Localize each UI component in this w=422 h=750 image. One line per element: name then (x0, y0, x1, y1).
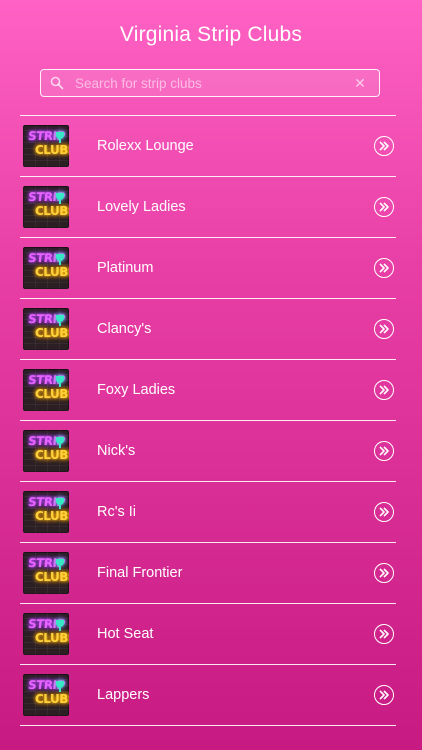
list-item[interactable]: STRIP CLUBS Lovely Ladies (20, 177, 396, 238)
search-icon (49, 75, 65, 91)
list-item[interactable]: STRIP CLUBS Lappers (20, 665, 396, 726)
strip-clubs-logo-thumbnail: STRIP CLUBS (23, 369, 69, 411)
list-item[interactable]: STRIP CLUBS Rolexx Lounge (20, 116, 396, 177)
close-icon[interactable]: ✕ (351, 74, 369, 92)
club-name: Hot Seat (97, 626, 154, 642)
double-chevron-right-icon[interactable] (374, 685, 394, 705)
page-title: Virginia Strip Clubs (119, 23, 303, 46)
header-bar: Virginia Strip Clubs (0, 0, 422, 68)
double-chevron-right-icon[interactable] (374, 563, 394, 583)
search-input[interactable] (65, 71, 351, 95)
strip-clubs-logo-thumbnail: STRIP CLUBS (23, 125, 69, 167)
double-chevron-right-icon[interactable] (374, 502, 394, 522)
list-item[interactable]: STRIP CLUBS Hot Seat (20, 604, 396, 665)
list-item[interactable]: STRIP CLUBS Clancy's (20, 299, 396, 360)
list-item[interactable]: STRIP CLUBS Nick's (20, 421, 396, 482)
club-name: Platinum (97, 260, 154, 276)
thumbnail-line-2: CLUBS (35, 448, 69, 462)
club-name: Rolexx Lounge (97, 138, 194, 154)
thumbnail-line-2: CLUBS (35, 692, 69, 706)
list-item[interactable]: STRIP CLUBS Foxy Ladies (20, 360, 396, 421)
double-chevron-right-icon[interactable] (374, 441, 394, 461)
thumbnail-line-2: CLUBS (35, 570, 69, 584)
strip-clubs-logo-thumbnail: STRIP CLUBS (23, 674, 69, 716)
double-chevron-right-icon[interactable] (374, 624, 394, 644)
thumbnail-line-2: CLUBS (35, 143, 69, 157)
strip-clubs-logo-thumbnail: STRIP CLUBS (23, 247, 69, 289)
double-chevron-right-icon[interactable] (374, 258, 394, 278)
club-name: Nick's (97, 443, 136, 459)
thumbnail-line-2: CLUBS (35, 387, 69, 401)
thumbnail-line-2: CLUBS (35, 631, 69, 645)
list-item[interactable]: STRIP CLUBS Platinum (20, 238, 396, 299)
strip-clubs-logo-thumbnail: STRIP CLUBS (23, 186, 69, 228)
search-bar[interactable]: ✕ (40, 69, 380, 97)
strip-clubs-logo-thumbnail: STRIP CLUBS (23, 308, 69, 350)
list-item[interactable]: STRIP CLUBS Rc's Ii (20, 482, 396, 543)
club-name: Foxy Ladies (97, 382, 176, 398)
double-chevron-right-icon[interactable] (374, 197, 394, 217)
strip-clubs-logo-thumbnail: STRIP CLUBS (23, 430, 69, 472)
club-name: Clancy's (97, 321, 152, 337)
club-list: STRIP CLUBS Rolexx Lounge STRIP CLUBS Lo… (20, 115, 396, 726)
club-name: Lovely Ladies (97, 199, 186, 215)
thumbnail-line-2: CLUBS (35, 326, 69, 340)
thumbnail-line-2: CLUBS (35, 265, 69, 279)
thumbnail-line-2: CLUBS (35, 509, 69, 523)
strip-clubs-logo-thumbnail: STRIP CLUBS (23, 613, 69, 655)
list-item[interactable]: STRIP CLUBS Final Frontier (20, 543, 396, 604)
club-name: Lappers (97, 687, 150, 703)
club-name: Rc's Ii (97, 504, 137, 520)
double-chevron-right-icon[interactable] (374, 319, 394, 339)
double-chevron-right-icon[interactable] (374, 136, 394, 156)
double-chevron-right-icon[interactable] (374, 380, 394, 400)
strip-clubs-logo-thumbnail: STRIP CLUBS (23, 491, 69, 533)
strip-clubs-logo-thumbnail: STRIP CLUBS (23, 552, 69, 594)
thumbnail-line-2: CLUBS (35, 204, 69, 218)
club-name: Final Frontier (97, 565, 183, 581)
